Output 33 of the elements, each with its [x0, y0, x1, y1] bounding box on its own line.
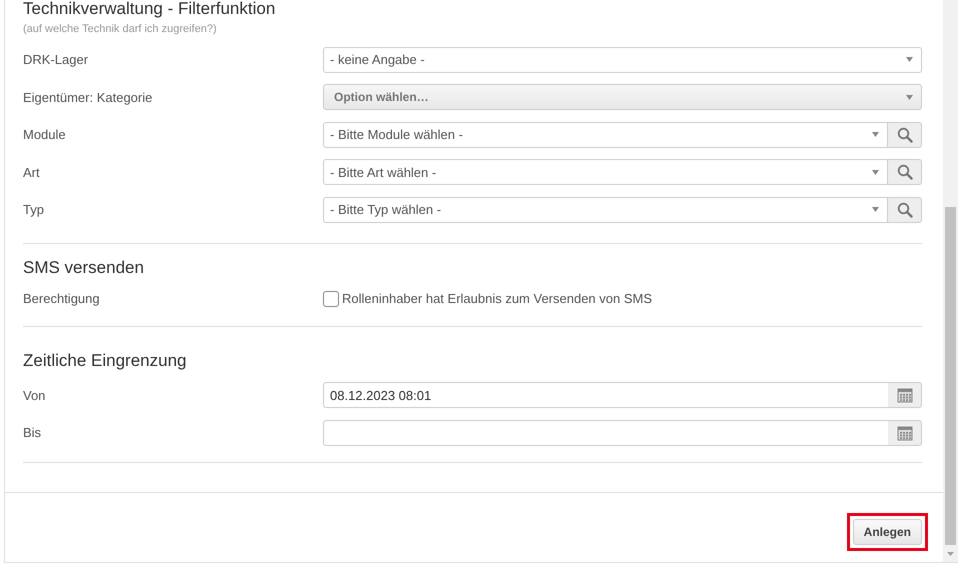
caret-icon: [906, 57, 913, 62]
checkbox[interactable]: [323, 290, 339, 306]
scroll-down-arrow-icon[interactable]: [947, 552, 954, 556]
dropdown[interactable]: - keine Angabe -: [323, 46, 922, 73]
search-icon: [896, 202, 912, 218]
caret-icon: [872, 132, 879, 138]
scrollbar[interactable]: [943, 0, 958, 562]
search-button[interactable]: [888, 159, 922, 186]
search-icon: [896, 126, 912, 143]
caret-icon: [906, 94, 913, 100]
field-label: Typ: [23, 202, 45, 218]
field-label: Bis: [23, 425, 42, 440]
field-label: Eigentümer: Kategorie: [23, 90, 154, 105]
field-label: Art: [23, 164, 41, 180]
section-hint: (auf welche Technik darf ich zugreifen?): [23, 23, 218, 35]
section-title: Zeitliche Eingrenzung: [23, 350, 188, 370]
field-label: Module: [23, 127, 67, 142]
field-label: Von: [23, 388, 46, 403]
multi-select-field[interactable]: Option wählen…: [323, 84, 922, 110]
search-icon: [896, 164, 912, 180]
section-title: Technikverwaltung - Filterfunktion: [23, 0, 276, 18]
section-title: SMS versenden: [23, 258, 145, 278]
dropdown[interactable]: - Bitte Art wählen -: [323, 159, 888, 186]
checkbox-label[interactable]: Rolleninhaber hat Erlaubnis zum Versenden von SMS: [342, 291, 652, 306]
search-button[interactable]: [888, 122, 922, 148]
caret-icon: [872, 170, 879, 175]
search-button[interactable]: [888, 196, 922, 223]
field-label: DRK-Lager: [23, 52, 90, 68]
dropdown[interactable]: - Bitte Typ wählen -: [323, 196, 888, 223]
create-button[interactable]: Anlegen: [852, 518, 922, 544]
field-label: Berechtigung: [23, 291, 101, 306]
dropdown[interactable]: - Bitte Module wählen -: [323, 122, 888, 148]
caret-icon: [872, 207, 879, 212]
